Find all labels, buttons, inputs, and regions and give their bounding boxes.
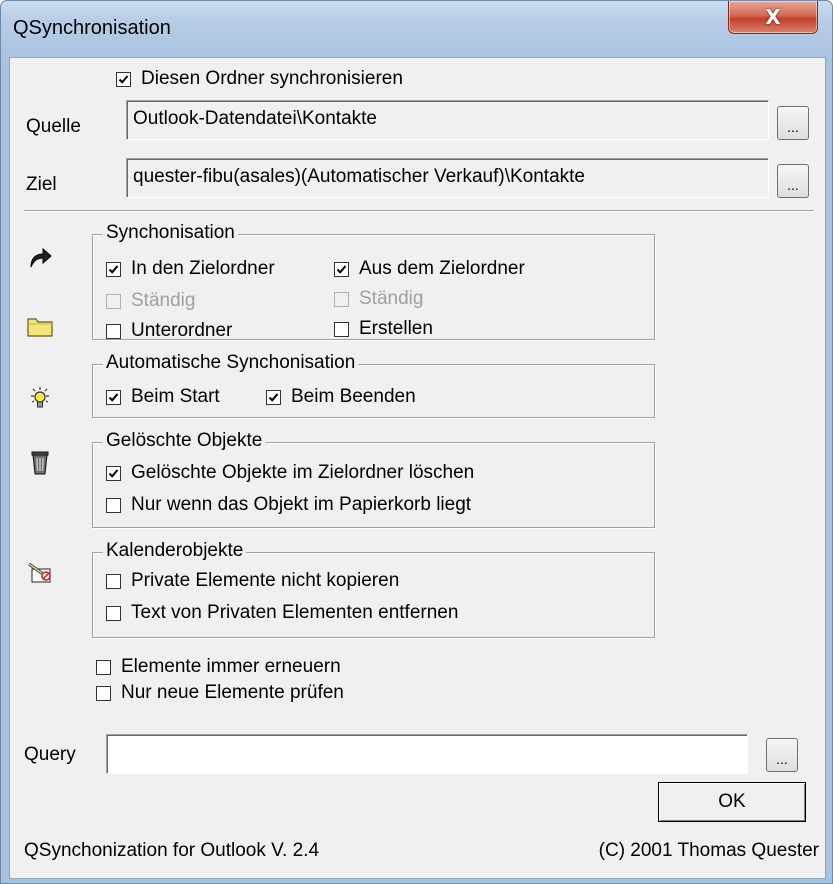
checkbox-label: Diesen Ordner synchronisieren (141, 68, 403, 89)
dialog-window: QSynchronisation X Diesen Ordner synchro… (0, 0, 833, 884)
to-target-permanent-checkbox: Ständig (106, 290, 195, 312)
checkbox-box[interactable] (96, 685, 111, 701)
separator (24, 210, 814, 212)
query-input[interactable] (106, 734, 748, 774)
sync-folder-checkbox[interactable]: Diesen Ordner synchronisieren (116, 68, 403, 90)
checkbox-box[interactable] (106, 465, 121, 481)
always-renew-checkbox[interactable]: Elemente immer erneuern (96, 656, 341, 678)
checkbox-box[interactable] (116, 71, 131, 87)
source-field[interactable]: Outlook-Datendatei\Kontakte (126, 100, 769, 140)
arrow-redo-icon (26, 244, 54, 272)
source-label: Quelle (26, 116, 81, 137)
target-browse-button[interactable]: ... (777, 164, 809, 198)
on-start-checkbox[interactable]: Beim Start (106, 386, 220, 408)
checkbox-box[interactable] (106, 261, 121, 277)
checkbox-label: Beim Start (131, 386, 220, 407)
checkmark-icon (268, 392, 279, 402)
checkbox-label: Unterordner (131, 320, 233, 341)
checkbox-label: In den Zielordner (131, 258, 275, 279)
subfolders-checkbox[interactable]: Unterordner (106, 320, 232, 342)
checkmark-icon (108, 392, 119, 402)
checkbox-box (334, 291, 349, 307)
only-recycle-bin-checkbox[interactable]: Nur wenn das Objekt im Papierkorb liegt (106, 494, 471, 516)
checkmark-icon (118, 74, 129, 84)
trash-icon (26, 448, 54, 476)
close-icon: X (765, 5, 781, 29)
checkbox-label: Gelöschte Objekte im Zielordner löschen (131, 462, 475, 483)
checkbox-box[interactable] (106, 389, 121, 405)
close-button[interactable]: X (728, 1, 818, 34)
lightbulb-icon (26, 384, 54, 412)
checkbox-label: Text von Privaten Elementen entfernen (131, 602, 459, 623)
checkbox-label: Ständig (359, 288, 424, 309)
calendar-private-icon (26, 558, 54, 586)
strip-private-text-checkbox[interactable]: Text von Privaten Elementen entfernen (106, 602, 458, 624)
checkmark-icon (336, 264, 347, 274)
target-field[interactable]: quester-fibu(asales)(Automatischer Verka… (126, 158, 769, 198)
checkbox-box (106, 293, 121, 309)
deleted-objects-group-title: Gelöschte Objekte (103, 430, 266, 452)
checkmark-icon (108, 468, 119, 478)
calendar-objects-group-title: Kalenderobjekte (103, 540, 247, 562)
checkbox-box[interactable] (266, 389, 281, 405)
checkbox-label: Beim Beenden (291, 386, 416, 407)
calendar-objects-group: Kalenderobjekte (92, 540, 655, 638)
footer-copyright: (C) 2001 Thomas Quester (598, 840, 819, 861)
checkbox-label: Elemente immer erneuern (121, 656, 341, 677)
checkbox-box[interactable] (106, 573, 121, 589)
no-private-copy-checkbox[interactable]: Private Elemente nicht kopieren (106, 570, 399, 592)
auto-sync-group-title: Automatische Synchonisation (103, 352, 359, 374)
checkbox-box[interactable] (96, 659, 111, 675)
query-label: Query (24, 744, 76, 765)
checkbox-box[interactable] (106, 497, 121, 513)
footer-version: QSynchonization for Outlook V. 2.4 (24, 840, 320, 861)
query-browse-button[interactable]: ... (766, 738, 798, 772)
checkbox-label: Nur wenn das Objekt im Papierkorb liegt (131, 494, 472, 515)
checkbox-box[interactable] (106, 605, 121, 621)
to-target-checkbox[interactable]: In den Zielordner (106, 258, 275, 280)
checkbox-box[interactable] (334, 261, 349, 277)
dialog-client-area: Diesen Ordner synchronisieren Quelle Out… (9, 57, 826, 879)
title-bar[interactable]: QSynchronisation X (1, 1, 832, 57)
from-target-checkbox[interactable]: Aus dem Zielordner (334, 258, 525, 280)
checkbox-box[interactable] (334, 321, 349, 337)
checkbox-label: Ständig (131, 290, 196, 311)
create-checkbox[interactable]: Erstellen (334, 318, 433, 340)
folder-icon (26, 312, 54, 340)
checkmark-icon (108, 264, 119, 274)
window-title: QSynchronisation (13, 17, 171, 39)
source-browse-button[interactable]: ... (777, 106, 809, 140)
only-new-checkbox[interactable]: Nur neue Elemente prüfen (96, 682, 344, 704)
sync-group-title: Synchonisation (103, 222, 238, 244)
checkbox-label: Aus dem Zielordner (359, 258, 525, 279)
checkbox-label: Erstellen (359, 318, 433, 339)
checkbox-box[interactable] (106, 323, 121, 339)
on-exit-checkbox[interactable]: Beim Beenden (266, 386, 416, 408)
checkbox-label: Private Elemente nicht kopieren (131, 570, 400, 591)
ok-button[interactable]: OK (658, 782, 806, 822)
delete-in-target-checkbox[interactable]: Gelöschte Objekte im Zielordner löschen (106, 462, 474, 484)
target-label: Ziel (26, 174, 57, 195)
checkbox-label: Nur neue Elemente prüfen (121, 682, 344, 703)
from-target-permanent-checkbox: Ständig (334, 288, 423, 310)
